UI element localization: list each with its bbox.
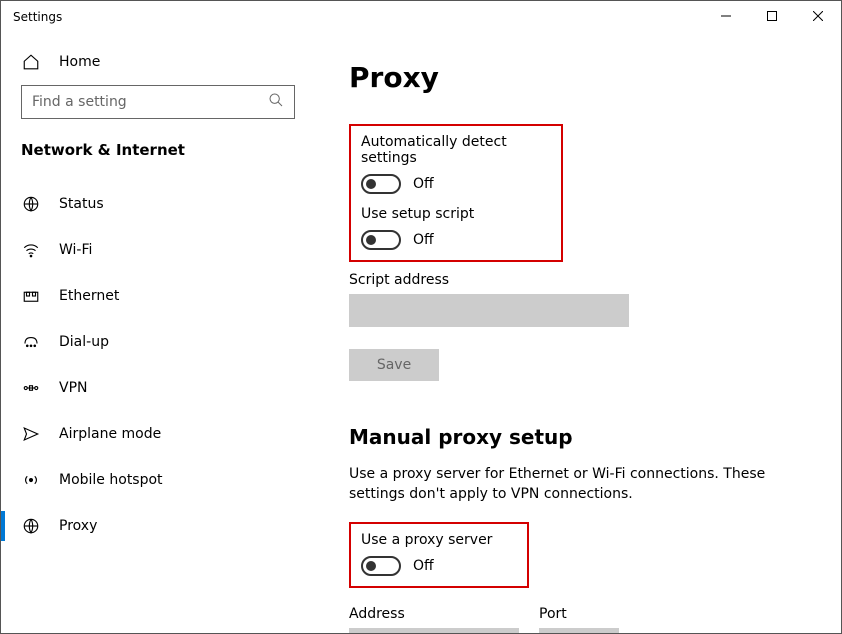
use-script-label: Use setup script (361, 206, 551, 222)
minimize-button[interactable] (703, 1, 749, 31)
wifi-icon (21, 241, 41, 259)
vpn-icon (21, 379, 41, 397)
home-label: Home (59, 54, 100, 70)
save-button-label: Save (377, 357, 411, 373)
category-heading: Network & Internet (21, 141, 295, 159)
sidebar-item-label: Dial-up (59, 334, 109, 350)
home-nav[interactable]: Home (21, 43, 295, 85)
use-proxy-state: Off (413, 558, 434, 574)
use-script-state: Off (413, 232, 434, 248)
search-icon (268, 92, 284, 112)
search-input[interactable]: Find a setting (21, 85, 295, 119)
sidebar-item-label: Mobile hotspot (59, 472, 163, 488)
page-title: Proxy (349, 61, 841, 94)
maximize-button[interactable] (749, 1, 795, 31)
auto-detect-state: Off (413, 176, 434, 192)
sidebar-item-label: Airplane mode (59, 426, 161, 442)
sidebar-item-label: Ethernet (59, 288, 119, 304)
sidebar-item-hotspot[interactable]: Mobile hotspot (21, 457, 295, 503)
dialup-icon (21, 333, 41, 351)
status-icon (21, 195, 41, 213)
manual-description: Use a proxy server for Ethernet or Wi-Fi… (349, 465, 779, 504)
ethernet-icon (21, 287, 41, 305)
sidebar-item-label: Wi-Fi (59, 242, 92, 258)
port-input[interactable] (539, 628, 619, 633)
use-script-toggle[interactable] (361, 230, 401, 250)
main-content: Proxy Automatically detect settings Off … (319, 33, 841, 633)
sidebar-item-proxy[interactable]: Proxy (21, 503, 295, 549)
hotspot-icon (21, 471, 41, 489)
port-label: Port (539, 606, 619, 622)
proxy-icon (21, 517, 41, 535)
highlight-box-auto: Automatically detect settings Off Use se… (349, 124, 563, 262)
auto-detect-toggle[interactable] (361, 174, 401, 194)
window-title: Settings (13, 10, 62, 24)
sidebar-item-ethernet[interactable]: Ethernet (21, 273, 295, 319)
highlight-box-manual: Use a proxy server Off (349, 522, 529, 588)
window-controls (703, 1, 841, 31)
use-proxy-toggle[interactable] (361, 556, 401, 576)
script-address-input[interactable] (349, 294, 629, 327)
sidebar-item-label: Proxy (59, 518, 97, 534)
address-input[interactable] (349, 628, 519, 633)
search-placeholder: Find a setting (32, 94, 127, 110)
use-proxy-label: Use a proxy server (361, 532, 517, 548)
home-icon (21, 53, 41, 71)
sidebar-item-airplane[interactable]: Airplane mode (21, 411, 295, 457)
sidebar-item-status[interactable]: Status (21, 181, 295, 227)
sidebar-item-dialup[interactable]: Dial-up (21, 319, 295, 365)
save-button[interactable]: Save (349, 349, 439, 381)
sidebar-item-label: VPN (59, 380, 88, 396)
address-label: Address (349, 606, 519, 622)
airplane-icon (21, 425, 41, 443)
sidebar-item-label: Status (59, 196, 104, 212)
sidebar-item-wifi[interactable]: Wi-Fi (21, 227, 295, 273)
sidebar-item-vpn[interactable]: VPN (21, 365, 295, 411)
script-address-label: Script address (349, 272, 841, 288)
auto-detect-label: Automatically detect settings (361, 134, 551, 166)
manual-section-title: Manual proxy setup (349, 425, 841, 449)
sidebar: Home Find a setting Network & Internet S… (1, 33, 319, 633)
close-button[interactable] (795, 1, 841, 31)
